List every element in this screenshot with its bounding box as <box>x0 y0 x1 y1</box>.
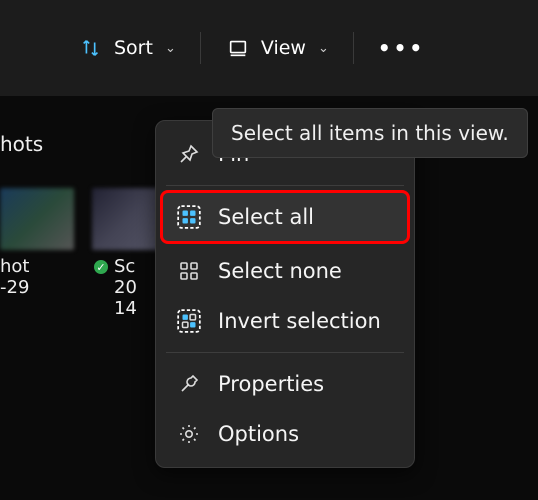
file-sub: 20 <box>114 277 137 298</box>
file-item[interactable]: hot -29 <box>0 188 74 319</box>
more-icon: ••• <box>378 36 425 60</box>
file-sub2: 14 <box>114 298 137 319</box>
menu-item-label: Properties <box>218 372 324 396</box>
menu-item-label: Options <box>218 422 299 446</box>
menu-properties[interactable]: Properties <box>162 359 408 409</box>
thumbnail-image <box>0 188 74 250</box>
context-menu: Pin Select all Select none <box>155 120 415 468</box>
menu-item-label: Invert selection <box>218 309 381 333</box>
view-icon <box>225 35 251 61</box>
gear-icon <box>176 421 202 447</box>
file-name: hot <box>0 256 74 277</box>
sort-button[interactable]: Sort ⌄ <box>60 25 194 71</box>
toolbar-divider <box>353 32 354 64</box>
pin-icon <box>176 141 202 167</box>
sort-label: Sort <box>114 37 153 59</box>
sync-check-icon: ✓ <box>92 258 110 276</box>
group-title: hots <box>0 132 43 156</box>
menu-item-label: Select all <box>218 205 314 229</box>
menu-select-all[interactable]: Select all <box>162 192 408 242</box>
select-none-icon <box>176 258 202 284</box>
tooltip: Select all items in this view. <box>212 108 528 158</box>
invert-selection-icon <box>176 308 202 334</box>
menu-divider <box>166 352 404 353</box>
menu-divider <box>166 185 404 186</box>
file-sub: -29 <box>0 277 74 298</box>
menu-invert-selection[interactable]: Invert selection <box>162 296 408 346</box>
menu-item-label: Select none <box>218 259 342 283</box>
wrench-icon <box>176 371 202 397</box>
toolbar: Sort ⌄ View ⌄ ••• <box>0 0 538 96</box>
menu-select-none[interactable]: Select none <box>162 246 408 296</box>
file-name: Sc <box>114 256 137 277</box>
chevron-down-icon: ⌄ <box>165 41 176 56</box>
toolbar-divider <box>200 32 201 64</box>
chevron-down-icon: ⌄ <box>318 41 329 56</box>
menu-options[interactable]: Options <box>162 409 408 459</box>
thumbnail-row: hot -29 ✓ Sc 20 14 <box>0 188 166 319</box>
view-button[interactable]: View ⌄ <box>207 25 347 71</box>
sort-icon <box>78 35 104 61</box>
select-all-icon <box>176 204 202 230</box>
more-button[interactable]: ••• <box>360 26 443 70</box>
view-label: View <box>261 37 306 59</box>
